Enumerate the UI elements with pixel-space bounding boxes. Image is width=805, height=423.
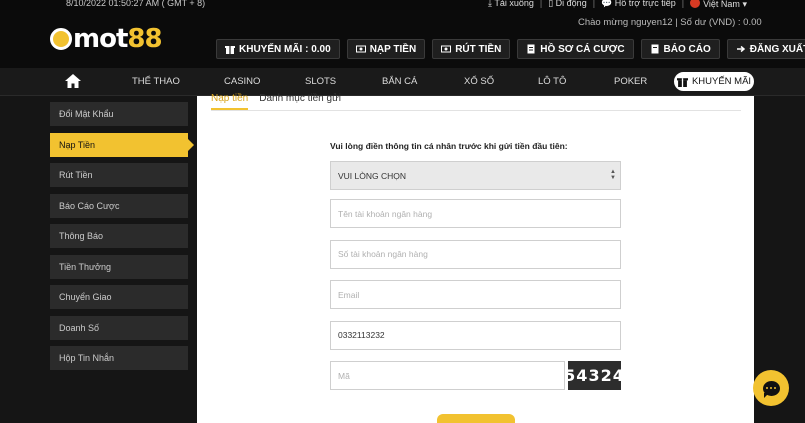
sidebar-item-deposit[interactable]: Nạp Tiền [50,132,194,157]
welcome-balance: Chào mừng nguyen12 | Số dư (VND) : 0.00 [578,17,762,28]
bank-account-number-input[interactable] [330,239,621,269]
promotion-balance-button[interactable]: KHUYẾN MÃI : 0.00 [216,39,340,59]
account-sidebar: Đổi Mật Khẩu Nạp Tiền Rút Tiền Báo Cáo C… [50,102,194,377]
sidebar-item-transfer[interactable]: Chuyển Giao [50,285,188,309]
top-links: ⤓ Tải xuống | ▯ Di động | 💬 Hỗ trợ trực … [488,0,747,10]
vietnam-flag-icon [690,0,701,8]
captcha-row: 54324 [330,361,624,390]
live-chat-button[interactable] [753,370,789,406]
home-icon[interactable] [64,73,82,94]
mobile-link[interactable]: ▯ Di động [548,0,587,10]
sidebar-item-withdraw[interactable]: Rút Tiền [50,163,188,187]
submit-button[interactable] [437,414,515,423]
bank-select[interactable]: VUI LÒNG CHỌN ▲ ▼ [330,161,621,190]
tab-divider [211,110,741,111]
chat-icon: 💬 [601,0,613,8]
main-nav: THỂ THAO CASINO SLOTS BẮN CÁ XỔ SỐ LÔ TÔ… [0,68,805,96]
top-strip: 8/10/2022 01:50:27 AM ( GMT + 8) ⤓ Tải x… [0,0,805,10]
download-link[interactable]: ⤓ Tải xuống [488,0,534,10]
sidebar-item-notifications[interactable]: Thông Báo [50,224,188,248]
sidebar-item-bet-report[interactable]: Báo Cáo Cược [50,193,188,218]
deposit-form: Vui lòng điền thông tin cá nhân trước kh… [330,141,624,390]
divider: | [539,0,543,8]
panel-tabs: Nạp tiền Danh mục tiền gửi [211,93,341,110]
sidebar-item-inbox[interactable]: Hộp Tin Nhắn [50,346,188,370]
gift-icon [676,78,688,87]
nav-casino[interactable]: CASINO [224,76,260,87]
logo-ball-icon [50,28,72,50]
select-arrows-icon: ▲ ▼ [610,169,616,181]
bank-account-name-input[interactable] [330,199,621,228]
deposit-button[interactable]: NẠP TIỀN [346,39,426,59]
site-logo[interactable]: mot88 [50,26,163,52]
sidebar-item-turnover[interactable]: Doanh Số [50,315,188,340]
sidebar-item-change-password[interactable]: Đổi Mật Khẩu [50,102,188,126]
nav-fishing[interactable]: BẮN CÁ [382,76,417,87]
chat-bubble-icon [762,380,780,398]
nav-loto[interactable]: LÔ TÔ [538,76,566,87]
nav-poker[interactable]: POKER [614,76,647,87]
mobile-icon: ▯ [548,0,554,8]
logout-icon [736,45,745,53]
server-time: 8/10/2022 01:50:27 AM ( GMT + 8) [66,0,206,8]
logout-button[interactable]: ĐĂNG XUẤT [726,39,805,59]
header: mot88 Chào mừng nguyen12 | Số dư (VND) :… [0,10,805,68]
betting-history-button[interactable]: HỒ SƠ CÁ CƯỢC [517,39,634,59]
download-icon: ⤓ [488,0,492,8]
nav-promotions[interactable]: KHUYẾN MÃI [674,72,754,91]
cash-icon [355,45,366,53]
report-icon [651,44,659,54]
nav-sports[interactable]: THỂ THAO [132,76,180,87]
cash-icon [441,45,452,53]
deposit-panel: Nạp tiền Danh mục tiền gửi Vui lòng điền… [197,93,754,423]
divider: | [592,0,596,8]
nav-slots[interactable]: SLOTS [305,76,336,87]
language-selector[interactable]: Việt Nam ▾ [690,0,747,10]
email-input[interactable] [330,280,621,309]
tab-deposit[interactable]: Nạp tiền [211,93,249,110]
report-button[interactable]: BÁO CÁO [640,39,720,59]
phone-input[interactable] [330,320,621,350]
document-icon [527,44,535,54]
tab-deposit-history[interactable]: Danh mục tiền gửi [259,93,341,110]
captcha-code-input[interactable] [330,361,565,390]
live-support-link[interactable]: 💬 Hỗ trợ trực tiếp [601,0,676,10]
captcha-image: 54324 [564,361,624,390]
account-buttons: KHUYẾN MÃI : 0.00 NẠP TIỀN RÚT TIỀN HỒ S… [216,39,805,59]
gift-icon [225,46,235,54]
sidebar-item-bonus[interactable]: Tiền Thưởng [50,254,188,279]
withdraw-button[interactable]: RÚT TIỀN [432,39,511,59]
form-instruction: Vui lòng điền thông tin cá nhân trước kh… [330,141,568,151]
divider: | [681,0,685,8]
nav-lottery[interactable]: XỔ SỐ [464,76,494,87]
